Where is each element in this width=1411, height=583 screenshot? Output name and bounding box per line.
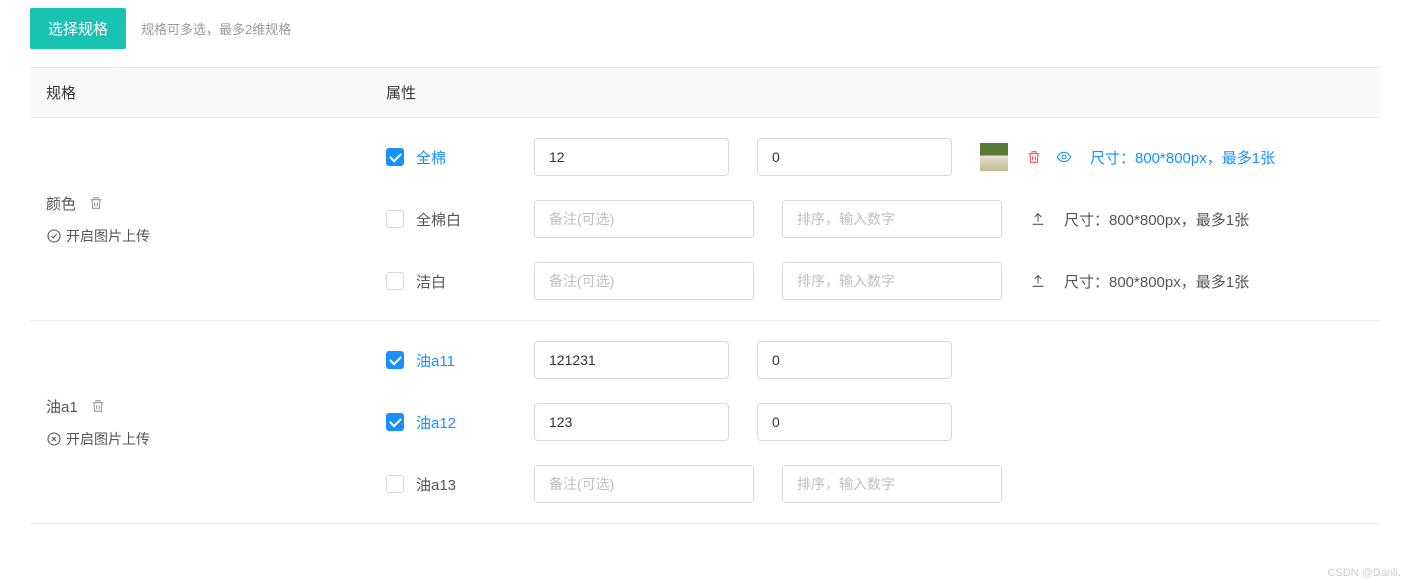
attr-checkbox[interactable] <box>386 148 404 166</box>
spec-hint: 规格可多选，最多2维规格 <box>141 19 291 38</box>
upload-icon[interactable] <box>1030 273 1046 289</box>
upload-toggle-label: 开启图片上传 <box>66 429 150 449</box>
close-circle-icon <box>46 431 62 447</box>
spec-name: 油a1 <box>46 396 78 417</box>
remark-input[interactable] <box>534 465 754 503</box>
attr-row: 油a13 <box>370 453 1381 515</box>
attr-row: 油a11 <box>370 329 1381 391</box>
attr-checkbox[interactable] <box>386 413 404 431</box>
attr-row: 全棉 尺寸：800*800px，最多1张 <box>370 126 1381 188</box>
attr-label: 全棉 <box>416 147 446 168</box>
sort-input[interactable] <box>782 465 1002 503</box>
attr-label: 油a13 <box>416 474 456 495</box>
sort-input[interactable] <box>757 403 952 441</box>
sort-input[interactable] <box>757 341 952 379</box>
upload-toggle[interactable]: 开启图片上传 <box>46 429 354 449</box>
image-thumbnail[interactable] <box>980 143 1008 171</box>
size-hint: 尺寸：800*800px，最多1张 <box>1090 147 1275 168</box>
attr-row: 洁白 尺寸：800*800px，最多1张 <box>370 250 1381 312</box>
spec-name: 颜色 <box>46 193 76 214</box>
attr-row: 全棉白 尺寸：800*800px，最多1张 <box>370 188 1381 250</box>
attr-label: 油a12 <box>416 412 456 433</box>
remark-input[interactable] <box>534 341 729 379</box>
attr-label: 油a11 <box>416 350 455 371</box>
column-attr: 属性 <box>370 68 1381 117</box>
upload-toggle[interactable]: 开启图片上传 <box>46 226 354 246</box>
remark-input[interactable] <box>534 200 754 238</box>
table-header: 规格 属性 <box>30 67 1381 118</box>
sort-input[interactable] <box>782 200 1002 238</box>
attr-checkbox[interactable] <box>386 475 404 493</box>
remark-input[interactable] <box>534 262 754 300</box>
upload-toggle-label: 开启图片上传 <box>66 226 150 246</box>
attr-checkbox[interactable] <box>386 272 404 290</box>
eye-icon[interactable] <box>1056 149 1072 165</box>
check-circle-icon <box>46 228 62 244</box>
upload-icon[interactable] <box>1030 211 1046 227</box>
column-spec: 规格 <box>30 68 370 117</box>
sort-input[interactable] <box>782 262 1002 300</box>
attr-label: 全棉白 <box>416 209 461 230</box>
size-hint: 尺寸：800*800px，最多1张 <box>1064 209 1249 230</box>
trash-icon[interactable] <box>90 398 106 414</box>
sort-input[interactable] <box>757 138 952 176</box>
trash-icon[interactable] <box>1026 149 1042 165</box>
watermark: CSDN @Danli. <box>1327 567 1401 579</box>
select-spec-button[interactable]: 选择规格 <box>30 8 126 49</box>
attr-row: 油a12 <box>370 391 1381 453</box>
size-hint: 尺寸：800*800px，最多1张 <box>1064 271 1249 292</box>
trash-icon[interactable] <box>88 195 104 211</box>
attr-checkbox[interactable] <box>386 210 404 228</box>
attr-checkbox[interactable] <box>386 351 404 369</box>
remark-input[interactable] <box>534 403 729 441</box>
remark-input[interactable] <box>534 138 729 176</box>
attr-label: 洁白 <box>416 271 446 292</box>
